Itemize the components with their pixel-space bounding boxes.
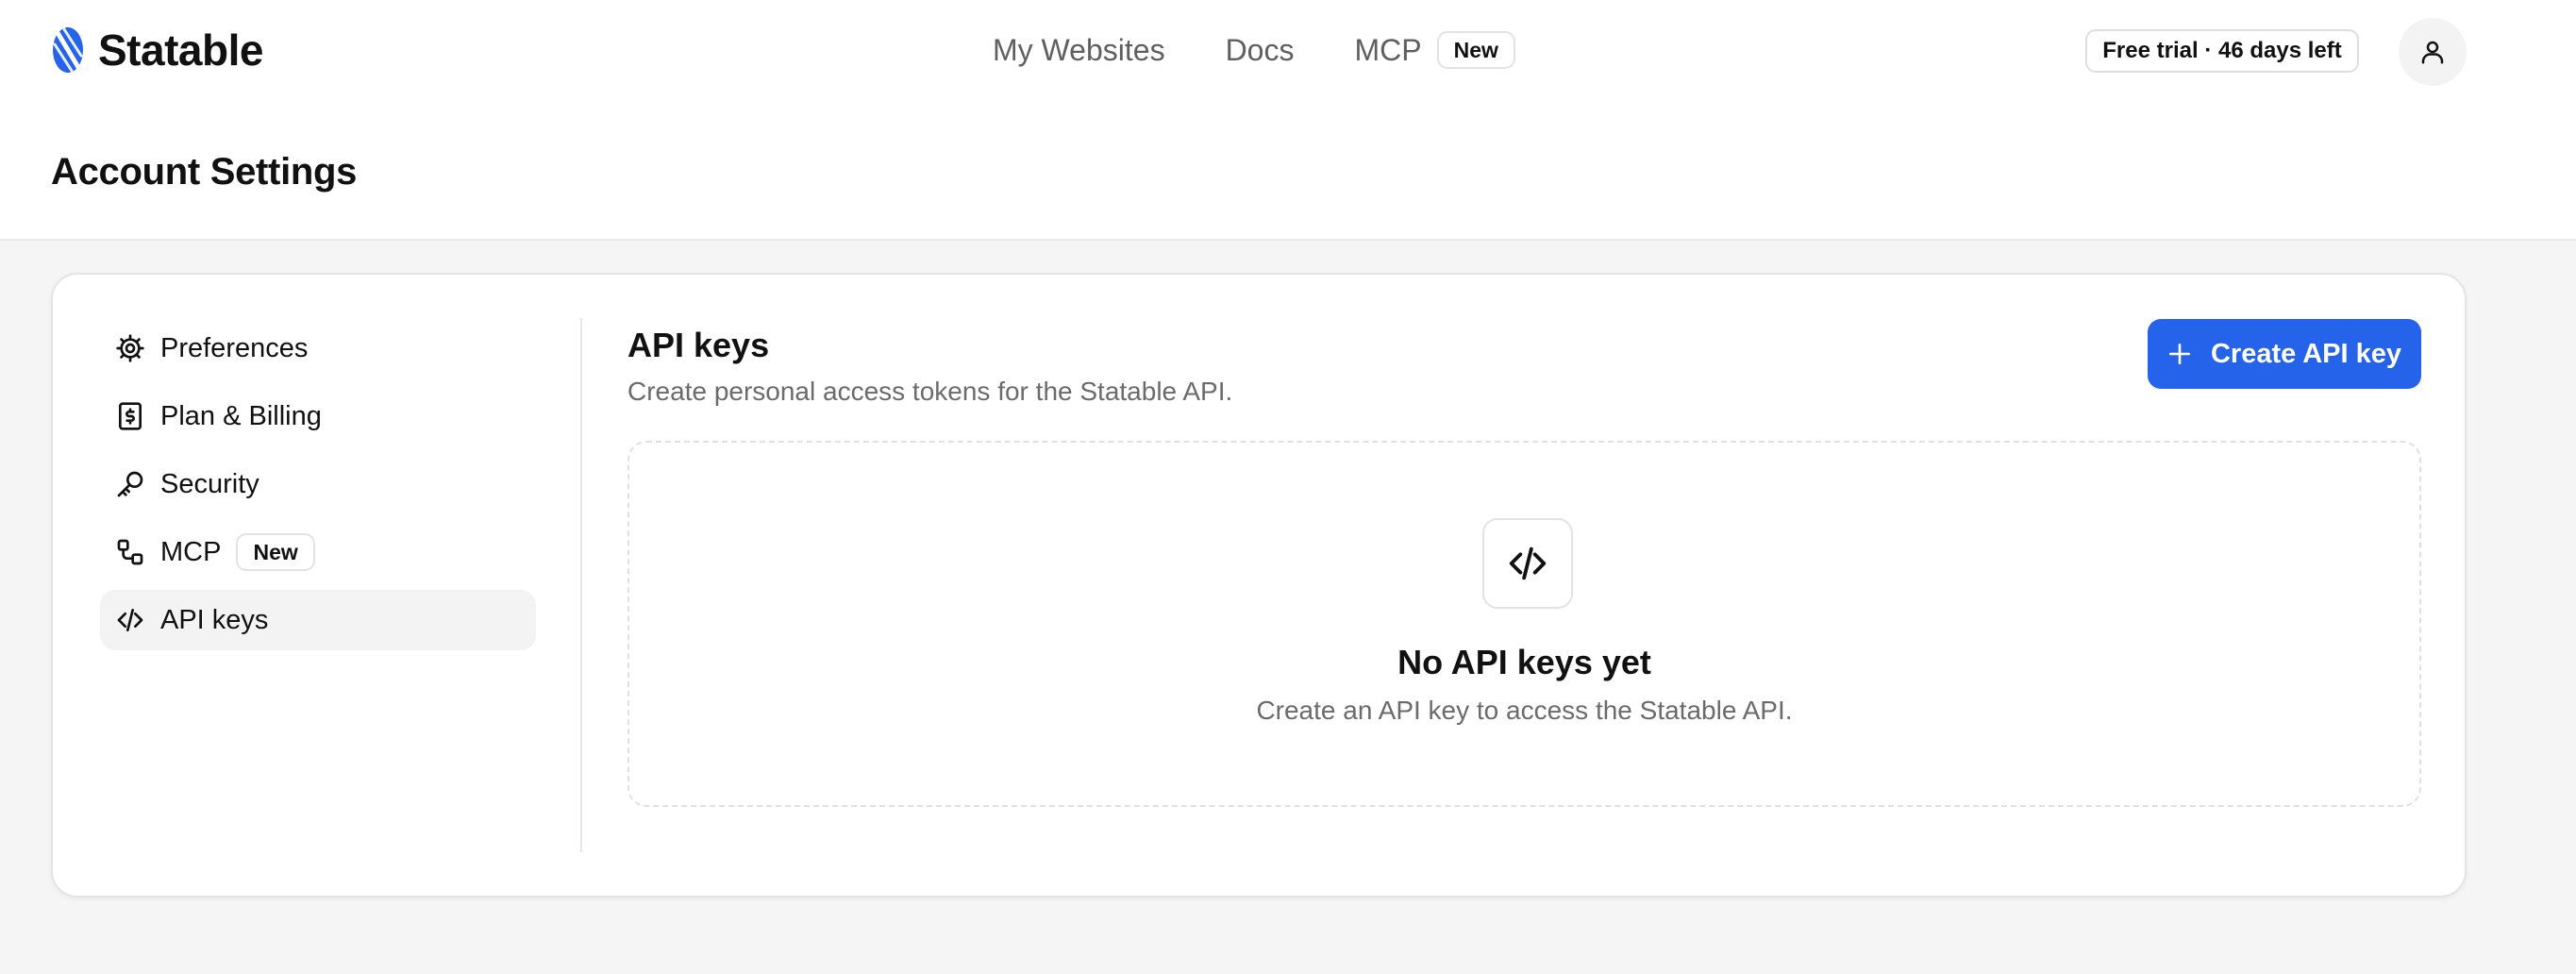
settings-card: Preferences Plan & Billing Security MCP … bbox=[51, 273, 2467, 898]
statable-logo-icon bbox=[53, 27, 83, 73]
brand-name: Statable bbox=[98, 25, 263, 75]
code-icon bbox=[1509, 546, 1547, 580]
brand-logo[interactable]: Statable bbox=[51, 25, 263, 76]
create-api-key-label: Create API key bbox=[2210, 338, 2402, 369]
top-header: Statable My Websites Docs MCP New Free t… bbox=[0, 0, 2576, 241]
empty-state-icon-box bbox=[1482, 518, 1573, 609]
create-api-key-button[interactable]: Create API key bbox=[2148, 319, 2421, 389]
sidebar-mcp-new-badge: New bbox=[236, 533, 315, 571]
sidebar-item-mcp[interactable]: MCP New bbox=[100, 522, 536, 582]
sidebar-item-preferences[interactable]: Preferences bbox=[100, 318, 536, 378]
main-nav: My Websites Docs MCP New bbox=[993, 25, 1515, 76]
trial-status-badge[interactable]: Free trial · 46 days left bbox=[2085, 29, 2359, 73]
section-subtitle: Create personal access tokens for the St… bbox=[627, 377, 1233, 406]
settings-sidebar: Preferences Plan & Billing Security MCP … bbox=[100, 318, 536, 658]
key-icon bbox=[117, 471, 143, 497]
empty-state-subtitle: Create an API key to access the Statable… bbox=[1256, 696, 1793, 725]
nav-docs[interactable]: Docs bbox=[1226, 33, 1295, 68]
empty-state-title: No API keys yet bbox=[1397, 643, 1651, 681]
code-icon bbox=[117, 609, 143, 631]
sidebar-item-label: Security bbox=[160, 468, 259, 499]
sidebar-item-label: API keys bbox=[160, 604, 269, 635]
nav-my-websites[interactable]: My Websites bbox=[993, 33, 1165, 68]
page-title: Account Settings bbox=[51, 151, 358, 193]
section-title: API keys bbox=[627, 326, 770, 364]
user-icon bbox=[2421, 41, 2444, 64]
user-avatar-button[interactable] bbox=[2399, 18, 2467, 86]
nav-mcp[interactable]: MCP bbox=[1354, 33, 1421, 68]
sidebar-divider bbox=[580, 318, 582, 852]
billing-icon bbox=[119, 402, 142, 430]
sidebar-item-api-keys[interactable]: API keys bbox=[100, 590, 536, 650]
sidebar-item-label: MCP bbox=[160, 536, 222, 567]
empty-state: No API keys yet Create an API key to acc… bbox=[627, 441, 2421, 807]
sidebar-item-label: Preferences bbox=[160, 332, 309, 363]
sidebar-item-security[interactable]: Security bbox=[100, 454, 536, 514]
plus-icon bbox=[2168, 343, 2191, 365]
sidebar-item-plan-billing[interactable]: Plan & Billing bbox=[100, 386, 536, 446]
gear-icon bbox=[116, 334, 144, 362]
nav-mcp-new-badge: New bbox=[1436, 31, 1515, 69]
sidebar-item-label: Plan & Billing bbox=[160, 400, 322, 431]
mcp-icon bbox=[117, 539, 143, 565]
